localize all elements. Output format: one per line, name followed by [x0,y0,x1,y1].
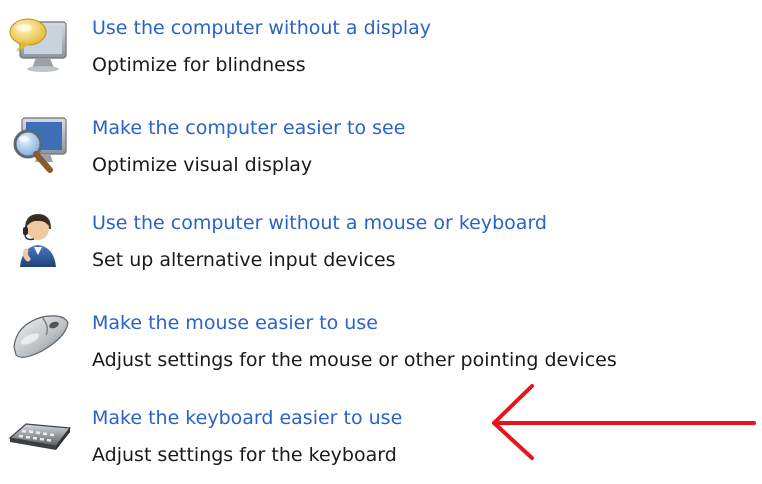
link-make-mouse-easier[interactable]: Make the mouse easier to use [92,309,378,337]
link-make-computer-easier-to-see[interactable]: Make the computer easier to see [92,114,405,142]
link-make-keyboard-easier[interactable]: Make the keyboard easier to use [92,404,402,432]
keyboard-icon[interactable] [6,406,72,466]
description-keyboard-settings: Adjust settings for the keyboard [92,444,397,466]
link-use-computer-without-mouse-keyboard[interactable]: Use the computer without a mouse or keyb… [92,209,547,237]
list-item-mouse-easier: Make the mouse easier to use Adjust sett… [0,309,740,389]
description-optimize-visual-display: Optimize visual display [92,154,313,176]
list-item-no-display: Use the computer without a display Optim… [0,14,740,94]
narrator-speech-icon[interactable] [6,14,72,74]
description-mouse-settings: Adjust settings for the mouse or other p… [92,349,617,371]
link-use-computer-without-display[interactable]: Use the computer without a display [92,14,431,42]
list-item-no-mouse-keyboard: Use the computer without a mouse or keyb… [0,209,740,289]
description-alternative-input-devices: Set up alternative input devices [92,249,396,271]
magnifier-icon[interactable] [6,114,72,174]
mouse-icon[interactable] [6,305,72,365]
list-item-easier-to-see: Make the computer easier to see Optimize… [0,114,740,194]
headset-person-icon[interactable] [6,209,72,269]
red-arrow-icon [488,382,758,462]
description-optimize-blindness: Optimize for blindness [92,54,306,76]
